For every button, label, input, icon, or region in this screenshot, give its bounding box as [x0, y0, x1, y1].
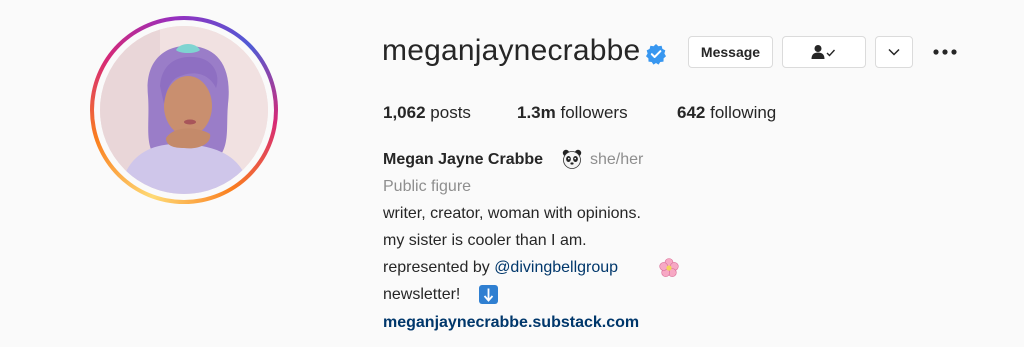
posts-value: 1,062 [383, 103, 426, 122]
following-label: following [710, 103, 777, 122]
posts-count: 1,062 posts [383, 103, 471, 123]
avatar-story-ring[interactable] [90, 16, 278, 204]
bio-line-4: newsletter! [383, 286, 461, 303]
mention-link[interactable]: @divingbellgroup [494, 259, 618, 276]
message-button[interactable]: Message [688, 36, 773, 68]
following-button[interactable] [782, 36, 866, 68]
down-arrow-emoji-icon [479, 285, 498, 304]
avatar-photo [100, 26, 268, 194]
suggested-accounts-button[interactable] [875, 36, 913, 68]
person-check-icon [811, 45, 836, 59]
bio-line-2: my sister is cooler than I am. [383, 232, 587, 249]
following-link[interactable]: 642 following [677, 103, 776, 123]
website-link[interactable]: meganjaynecrabbe.substack.com [383, 314, 639, 332]
profile-category: Public figure [383, 178, 472, 195]
profile-pronouns: she/her [590, 151, 644, 168]
bio-line-1: writer, creator, woman with opinions. [383, 205, 641, 222]
chevron-down-icon [888, 48, 900, 56]
panda-emoji-icon [562, 149, 582, 169]
cherry-blossom-emoji-icon [659, 258, 679, 277]
bio-line-3-prefix: represented by [383, 259, 495, 276]
avatar[interactable] [100, 26, 268, 194]
profile-full-name: Megan Jayne Crabbe [383, 151, 544, 168]
posts-label: posts [430, 103, 471, 122]
more-options-icon[interactable] [930, 42, 960, 62]
verified-badge-icon [646, 44, 666, 65]
profile-username: meganjaynecrabbe [382, 34, 641, 67]
followers-link[interactable]: 1.3m followers [517, 103, 628, 123]
followers-label: followers [560, 103, 628, 122]
following-value: 642 [677, 103, 706, 122]
bio-line-3: represented by @divingbellgroup [383, 259, 618, 277]
followers-value: 1.3m [517, 103, 556, 122]
